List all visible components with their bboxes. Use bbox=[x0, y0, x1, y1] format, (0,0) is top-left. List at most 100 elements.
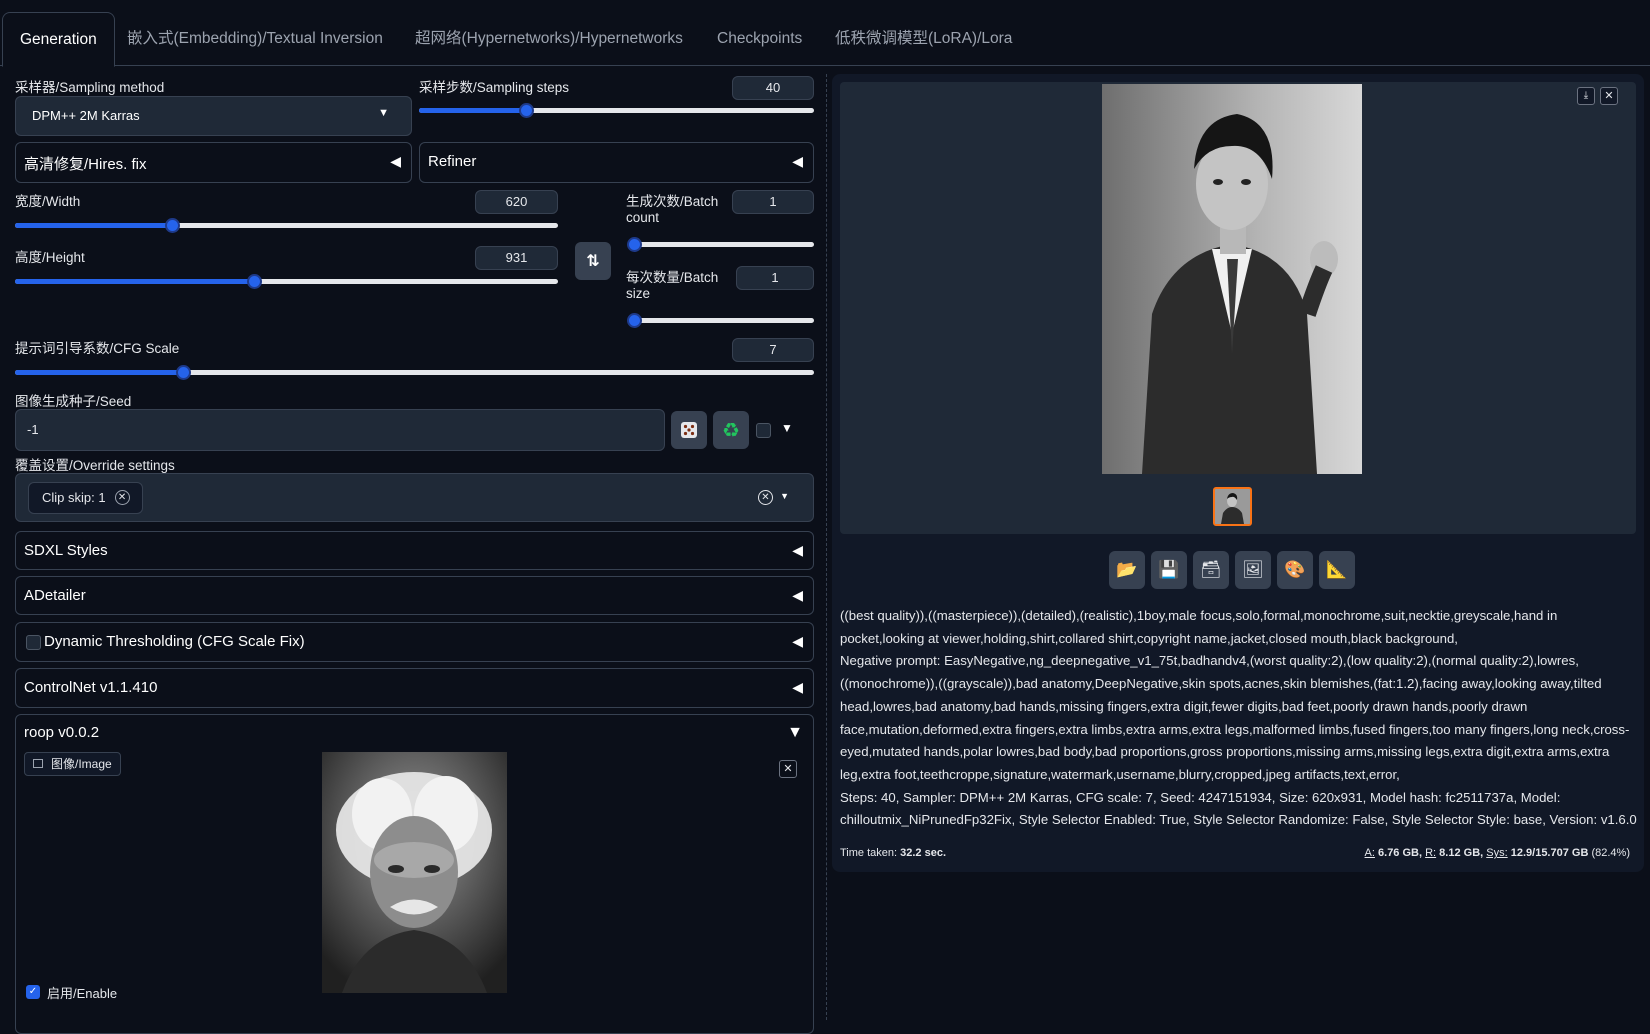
zip-button[interactable]: 🗃 bbox=[1193, 551, 1229, 589]
batch-size-slider[interactable] bbox=[627, 313, 814, 328]
batch-count-input[interactable]: 1 bbox=[732, 190, 814, 214]
batch-size-slider-thumb[interactable] bbox=[627, 313, 642, 328]
steps-slider-thumb[interactable] bbox=[518, 103, 534, 118]
generation-params-text: Steps: 40, Sampler: DPM++ 2M Karras, CFG… bbox=[840, 789, 1637, 828]
width-slider-fill bbox=[15, 223, 173, 228]
tab-bar: Generation 嵌入式(Embedding)/Textual Invers… bbox=[0, 0, 1650, 67]
sdxl-styles-accordion[interactable]: SDXL Styles ◀ bbox=[15, 531, 814, 570]
tab-checkpoints[interactable]: Checkpoints bbox=[700, 12, 819, 66]
picture-icon: 🖼 bbox=[1242, 560, 1264, 579]
floppy-disk-icon: 💾 bbox=[1158, 560, 1180, 579]
enable-checkbox[interactable]: ✓ bbox=[26, 985, 40, 999]
controlnet-accordion[interactable]: ControlNet v1.1.410 ◀ bbox=[15, 668, 814, 708]
height-input[interactable]: 931 bbox=[475, 246, 558, 270]
adetailer-title: ADetailer bbox=[24, 587, 86, 604]
swap-arrows-icon: ⇅ bbox=[586, 253, 600, 270]
expand-triangle-icon[interactable]: ▼ bbox=[787, 724, 803, 742]
tab-embedding[interactable]: 嵌入式(Embedding)/Textual Inversion bbox=[110, 12, 400, 66]
batch-count-slider[interactable] bbox=[627, 237, 814, 252]
width-slider-thumb[interactable] bbox=[165, 218, 181, 233]
open-folder-button[interactable]: 📂 bbox=[1109, 551, 1145, 589]
refiner-title: Refiner bbox=[428, 153, 477, 170]
image-upload-label: 图像/Image bbox=[24, 752, 121, 776]
hires-fix-accordion[interactable]: 高清修复/Hires. fix ◀ bbox=[15, 142, 412, 183]
adetailer-accordion[interactable]: ADetailer ◀ bbox=[15, 576, 814, 615]
generated-image[interactable] bbox=[1102, 84, 1362, 474]
mem-sys-value: 12.9/15.707 GB bbox=[1510, 847, 1589, 859]
sampler-label: 采样器/Sampling method bbox=[15, 80, 165, 95]
height-slider-thumb[interactable] bbox=[246, 274, 262, 289]
remove-chip-icon[interactable]: ✕ bbox=[114, 490, 130, 505]
column-divider bbox=[826, 74, 827, 1020]
batch-size-input[interactable]: 1 bbox=[736, 266, 814, 290]
tab-hypernetworks[interactable]: 超网络(Hypernetworks)/Hypernetworks bbox=[398, 12, 700, 66]
batch-count-label-1: 生成次数/Batch bbox=[626, 194, 719, 209]
reuse-seed-button[interactable]: ♻ bbox=[713, 411, 749, 449]
cfg-slider[interactable] bbox=[15, 365, 814, 380]
steps-slider-fill bbox=[419, 108, 526, 113]
time-taken-label: Time taken: bbox=[840, 847, 898, 859]
close-icon[interactable]: ✕ bbox=[1600, 87, 1618, 105]
cfg-slider-thumb[interactable] bbox=[175, 365, 191, 380]
source-face-image[interactable] bbox=[322, 752, 507, 993]
collapse-triangle-icon: ◀ bbox=[792, 679, 803, 695]
prompt-text: ((best quality)),((masterpiece)),(detail… bbox=[840, 608, 1558, 646]
random-seed-button[interactable] bbox=[671, 411, 707, 449]
portrait-image bbox=[322, 752, 507, 993]
generation-info: ((best quality)),((masterpiece)),(detail… bbox=[840, 605, 1640, 832]
dice-icon bbox=[681, 422, 697, 438]
cfg-input[interactable]: 7 bbox=[732, 338, 814, 362]
batch-size-label-1: 每次数量/Batch bbox=[626, 270, 719, 285]
recycle-icon: ♻ bbox=[722, 419, 740, 442]
collapse-triangle-icon: ◀ bbox=[792, 633, 803, 649]
clear-all-icon[interactable]: ✕ bbox=[758, 490, 773, 505]
height-slider-fill bbox=[15, 279, 254, 284]
batch-count-label-2: count bbox=[626, 210, 660, 225]
clear-image-button[interactable]: ✕ bbox=[779, 760, 797, 778]
palette-icon: 🎨 bbox=[1284, 560, 1306, 579]
width-slider[interactable] bbox=[15, 218, 558, 233]
hires-fix-title: 高清修复/Hires. fix bbox=[24, 156, 147, 173]
collapse-triangle-icon: ◀ bbox=[390, 153, 401, 169]
thumbnail-portrait bbox=[1215, 489, 1250, 524]
swap-dimensions-button[interactable]: ⇅ bbox=[575, 242, 611, 280]
send-to-extras-button[interactable]: 📐 bbox=[1319, 551, 1355, 589]
roop-title[interactable]: roop v0.0.2 bbox=[24, 724, 99, 741]
clip-skip-chip[interactable]: Clip skip: 1 ✕ bbox=[28, 482, 143, 514]
folder-icon: 📂 bbox=[1116, 560, 1138, 579]
gallery-thumbnail[interactable] bbox=[1213, 487, 1252, 526]
dynamic-thresholding-checkbox[interactable] bbox=[26, 635, 41, 650]
extra-seed-checkbox[interactable] bbox=[756, 423, 771, 438]
archive-icon: 🗃 bbox=[1200, 560, 1222, 579]
steps-input[interactable]: 40 bbox=[732, 76, 814, 100]
extra-seed-toggle-icon[interactable]: ▼ bbox=[781, 421, 793, 435]
batch-count-slider-thumb[interactable] bbox=[627, 237, 642, 252]
tab-generation[interactable]: Generation bbox=[2, 12, 115, 67]
collapse-triangle-icon: ◀ bbox=[792, 542, 803, 558]
send-to-img2img-button[interactable]: 🖼 bbox=[1235, 551, 1271, 589]
collapse-triangle-icon: ◀ bbox=[792, 153, 803, 169]
cfg-label: 提示词引导系数/CFG Scale bbox=[15, 341, 180, 356]
send-to-inpaint-button[interactable]: 🎨 bbox=[1277, 551, 1313, 589]
mem-pct-value: (82.4%) bbox=[1591, 847, 1630, 859]
tab-lora[interactable]: 低秩微调模型(LoRA)/Lora bbox=[818, 12, 1029, 66]
steps-label: 采样步数/Sampling steps bbox=[419, 80, 570, 95]
refiner-accordion[interactable]: Refiner ◀ bbox=[419, 142, 814, 183]
time-taken-value: 32.2 sec. bbox=[900, 847, 946, 859]
sampler-dropdown[interactable]: DPM++ 2M Karras ▼ bbox=[15, 96, 412, 136]
image-icon bbox=[33, 759, 43, 768]
height-slider[interactable] bbox=[15, 274, 558, 289]
override-settings-field[interactable]: Clip skip: 1 ✕ ✕ ▼ bbox=[15, 473, 814, 522]
seed-input[interactable]: -1 bbox=[15, 409, 665, 451]
download-icon[interactable]: ⤓ bbox=[1577, 87, 1595, 105]
chevron-down-icon[interactable]: ▼ bbox=[780, 491, 789, 501]
mem-a-value: 6.76 GB, bbox=[1378, 847, 1423, 859]
seed-value: -1 bbox=[27, 422, 39, 437]
dynamic-thresholding-accordion[interactable]: Dynamic Thresholding (CFG Scale Fix) ◀ bbox=[15, 622, 814, 662]
roop-panel: roop v0.0.2 ▼ 图像/Image ✕ ✓ 启用/Enable bbox=[15, 714, 814, 1034]
memory-usage: A: 6.76 GB, R: 8.12 GB, Sys: 12.9/15.707… bbox=[1365, 847, 1630, 859]
steps-slider[interactable] bbox=[419, 103, 814, 118]
width-label: 宽度/Width bbox=[15, 194, 81, 209]
width-input[interactable]: 620 bbox=[475, 190, 558, 214]
save-button[interactable]: 💾 bbox=[1151, 551, 1187, 589]
